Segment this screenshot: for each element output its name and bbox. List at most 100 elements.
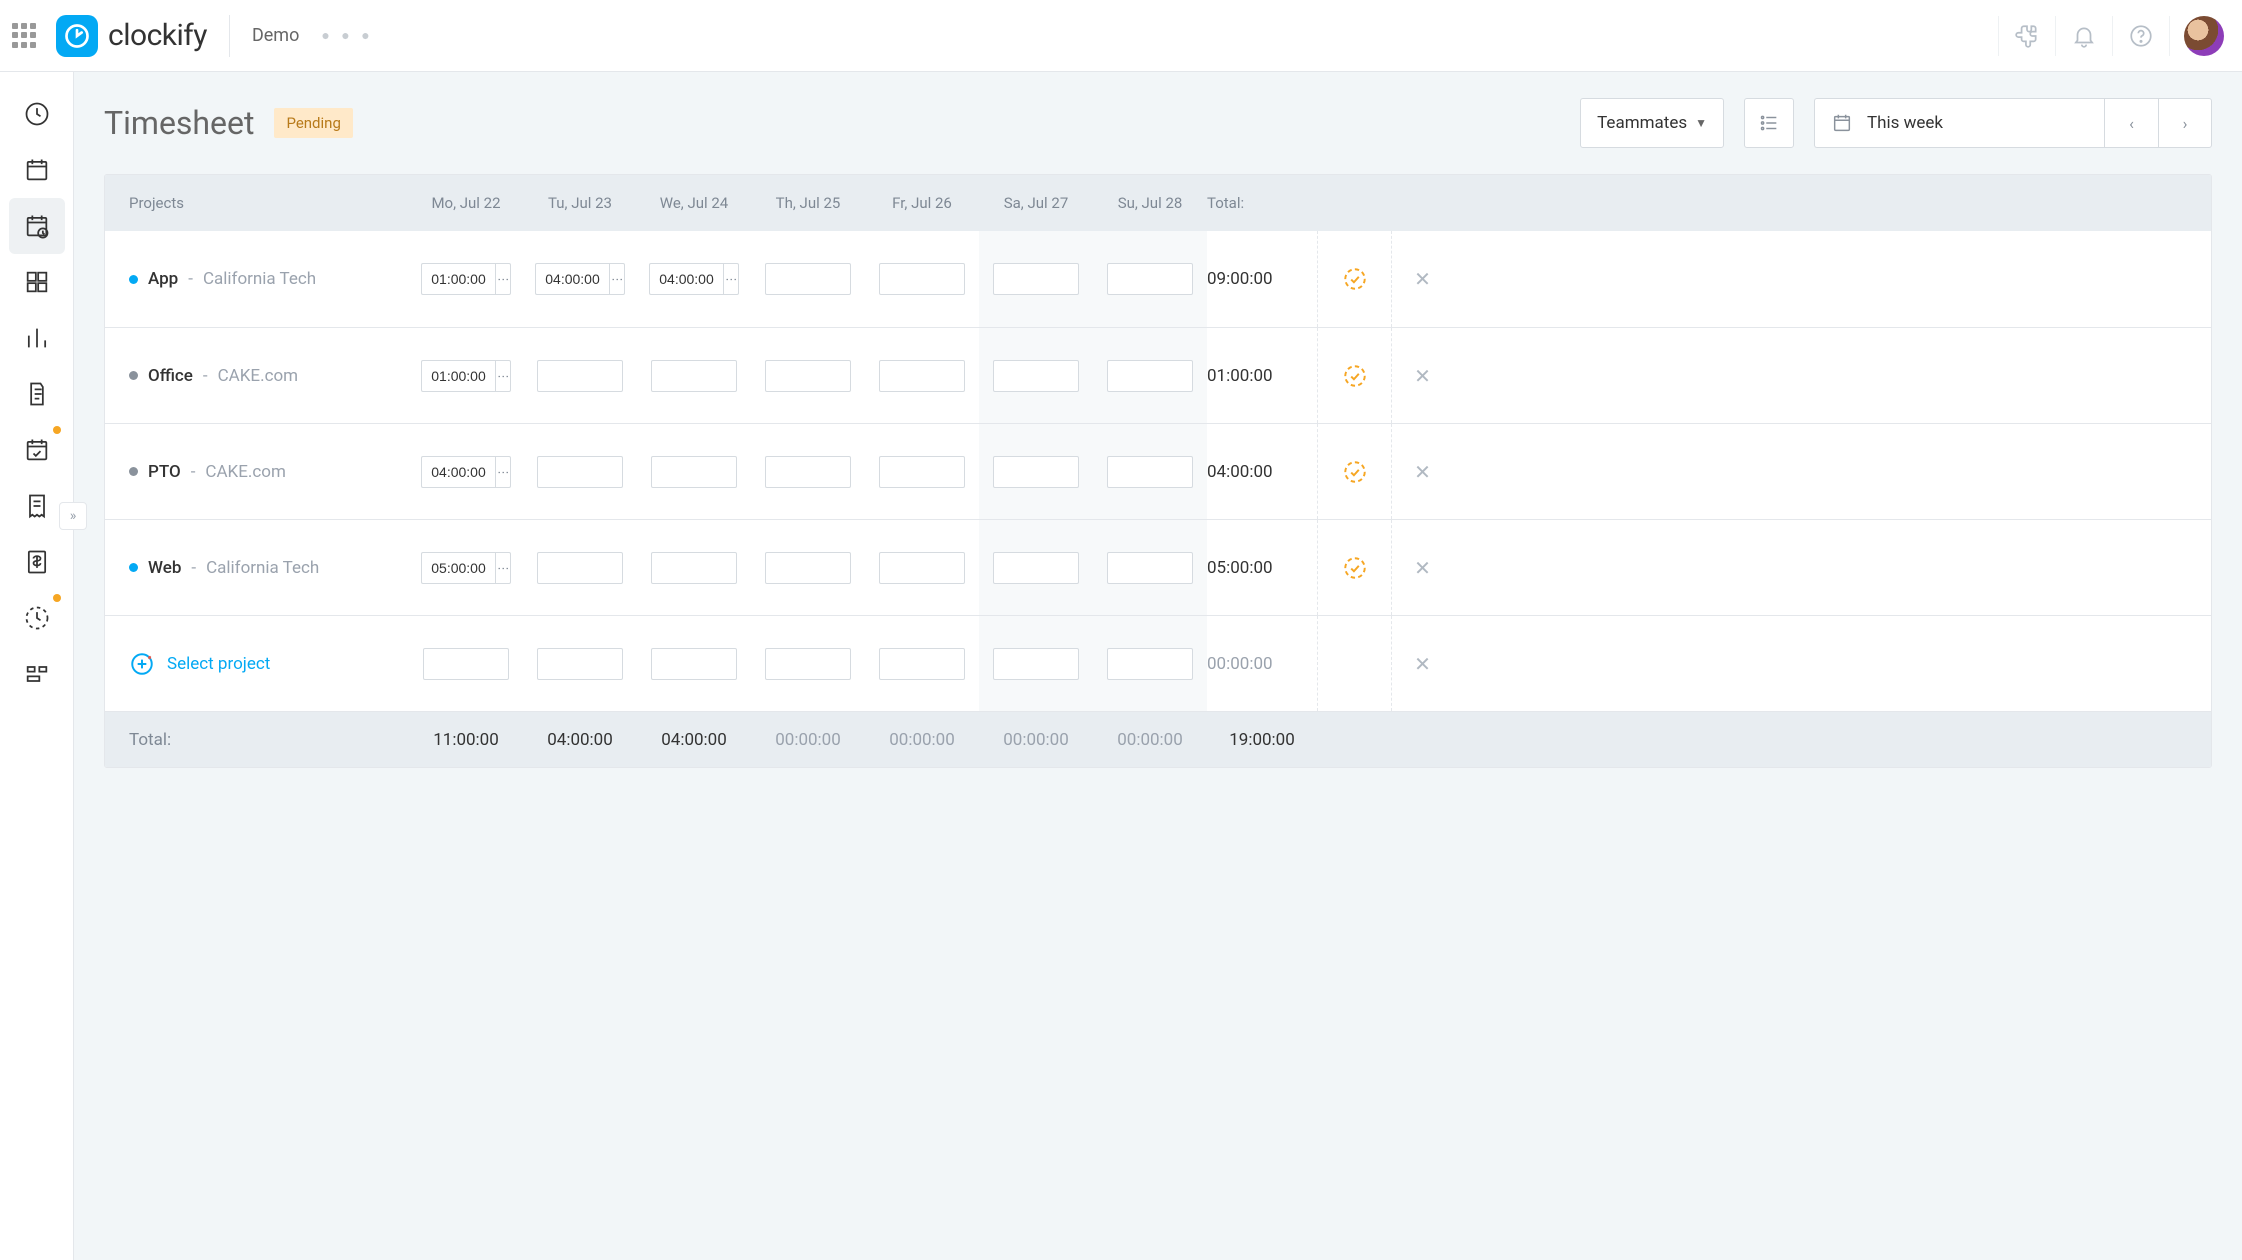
time-cell-3-5[interactable] [993,552,1079,584]
time-cell-0-1[interactable] [535,263,609,295]
time-cell-2-5[interactable] [993,456,1079,488]
sidebar-item-calendar[interactable] [9,142,65,198]
remove-row-icon[interactable]: ✕ [1391,424,1453,519]
notifications-bell-icon[interactable] [2060,12,2108,60]
time-cell-new-3[interactable] [765,648,851,680]
time-cell-new-5[interactable] [993,648,1079,680]
project-cell[interactable]: PTO - CAKE.com [129,462,409,482]
notification-dot-icon [53,594,61,602]
extensions-icon[interactable] [2003,12,2051,60]
cell-options-icon[interactable]: ⋮ [495,552,511,584]
date-next-button[interactable]: › [2158,98,2212,148]
select-project-button[interactable]: Select project [129,651,409,677]
table-row: Web - California Tech ⋮ 05:00:00 ✕ [105,519,2211,615]
date-prev-button[interactable]: ‹ [2104,98,2158,148]
chevron-down-icon: ▼ [1695,116,1707,130]
table-row: PTO - CAKE.com ⋮ 04:00:00 ✕ [105,423,2211,519]
sidebar-item-invoices[interactable] [9,534,65,590]
time-cell-1-1[interactable] [537,360,623,392]
time-cell-3-3[interactable] [765,552,851,584]
time-cell-1-3[interactable] [765,360,851,392]
project-color-icon [129,275,138,284]
view-list-button[interactable] [1744,98,1794,148]
table-footer: Total: 11:00:00 04:00:00 04:00:00 00:00:… [105,711,2211,767]
workspace-name[interactable]: Demo [252,25,299,46]
logo-text: clockify [108,18,207,53]
sidebar-item-timeoff[interactable] [9,590,65,646]
teammates-dropdown[interactable]: Teammates ▼ [1580,98,1724,148]
col-day-6: Su, Jul 28 [1093,194,1207,212]
time-cell-0-0[interactable] [421,263,495,295]
time-cell-3-2[interactable] [651,552,737,584]
time-cell-3-4[interactable] [879,552,965,584]
col-projects: Projects [129,194,409,212]
time-cell-1-4[interactable] [879,360,965,392]
time-cell-new-4[interactable] [879,648,965,680]
row-status-icon[interactable] [1342,363,1368,389]
time-cell-2-0[interactable] [421,456,495,488]
cell-options-icon[interactable]: ⋮ [723,263,739,295]
more-options-icon[interactable]: ● ● ● [321,27,373,44]
time-cell-new-6[interactable] [1107,648,1193,680]
time-cell-2-2[interactable] [651,456,737,488]
footer-total-2: 04:00:00 [637,730,751,750]
col-day-4: Fr, Jul 26 [865,194,979,212]
time-cell-2-3[interactable] [765,456,851,488]
time-cell-new-0[interactable] [423,648,509,680]
time-cell-new-1[interactable] [537,648,623,680]
col-day-5: Sa, Jul 27 [979,194,1093,212]
date-range-button[interactable]: This week [1814,98,2104,148]
sidebar-item-schedule[interactable] [9,646,65,702]
remove-row-icon[interactable]: ✕ [1391,520,1453,615]
time-cell-3-1[interactable] [537,552,623,584]
time-cell-1-5[interactable] [993,360,1079,392]
row-status-icon[interactable] [1342,266,1368,292]
time-cell-0-6[interactable] [1107,263,1193,295]
time-cell-new-2[interactable] [651,648,737,680]
sidebar-item-approvals[interactable] [9,422,65,478]
sidebar-item-timesheet[interactable] [9,198,65,254]
logo[interactable]: clockify [56,15,207,57]
row-total: 01:00:00 [1207,366,1317,386]
time-cell-3-0[interactable] [421,552,495,584]
avatar[interactable] [2184,16,2224,56]
sidebar-expand-button[interactable]: » [59,502,87,530]
project-cell[interactable]: Office - CAKE.com [129,366,409,386]
time-cell-1-0[interactable] [421,360,495,392]
help-icon[interactable] [2117,12,2165,60]
project-client: CAKE.com [205,462,285,482]
cell-options-icon[interactable]: ⋮ [495,456,511,488]
time-cell-2-6[interactable] [1107,456,1193,488]
project-cell[interactable]: Web - California Tech [129,558,409,578]
sidebar-item-dashboard[interactable] [9,254,65,310]
sidebar-item-reports[interactable] [9,310,65,366]
time-cell-2-4[interactable] [879,456,965,488]
row-status-icon[interactable] [1342,459,1368,485]
sidebar-item-tracker[interactable] [9,86,65,142]
time-cell-1-6[interactable] [1107,360,1193,392]
time-cell-0-3[interactable] [765,263,851,295]
project-name: PTO [148,462,181,482]
time-cell-2-1[interactable] [537,456,623,488]
time-cell-0-2[interactable] [649,263,723,295]
remove-row-icon[interactable]: ✕ [1391,328,1453,423]
sidebar-item-projects[interactable] [9,366,65,422]
row-total: 05:00:00 [1207,558,1317,578]
remove-row-icon[interactable]: ✕ [1391,231,1453,327]
project-cell[interactable]: App - California Tech [129,269,409,289]
apps-grid-icon[interactable] [12,23,38,49]
project-color-icon [129,371,138,380]
cell-options-icon[interactable]: ⋮ [495,360,511,392]
time-cell-3-6[interactable] [1107,552,1193,584]
remove-row-icon[interactable]: ✕ [1391,616,1453,711]
notification-dot-icon [53,426,61,434]
cell-options-icon[interactable]: ⋮ [609,263,625,295]
divider [229,15,230,57]
time-cell-1-2[interactable] [651,360,737,392]
time-cell-0-4[interactable] [879,263,965,295]
row-status-icon[interactable] [1342,555,1368,581]
sidebar-item-expenses[interactable] [9,478,65,534]
col-total: Total: [1207,194,1317,212]
cell-options-icon[interactable]: ⋮ [495,263,511,295]
time-cell-0-5[interactable] [993,263,1079,295]
